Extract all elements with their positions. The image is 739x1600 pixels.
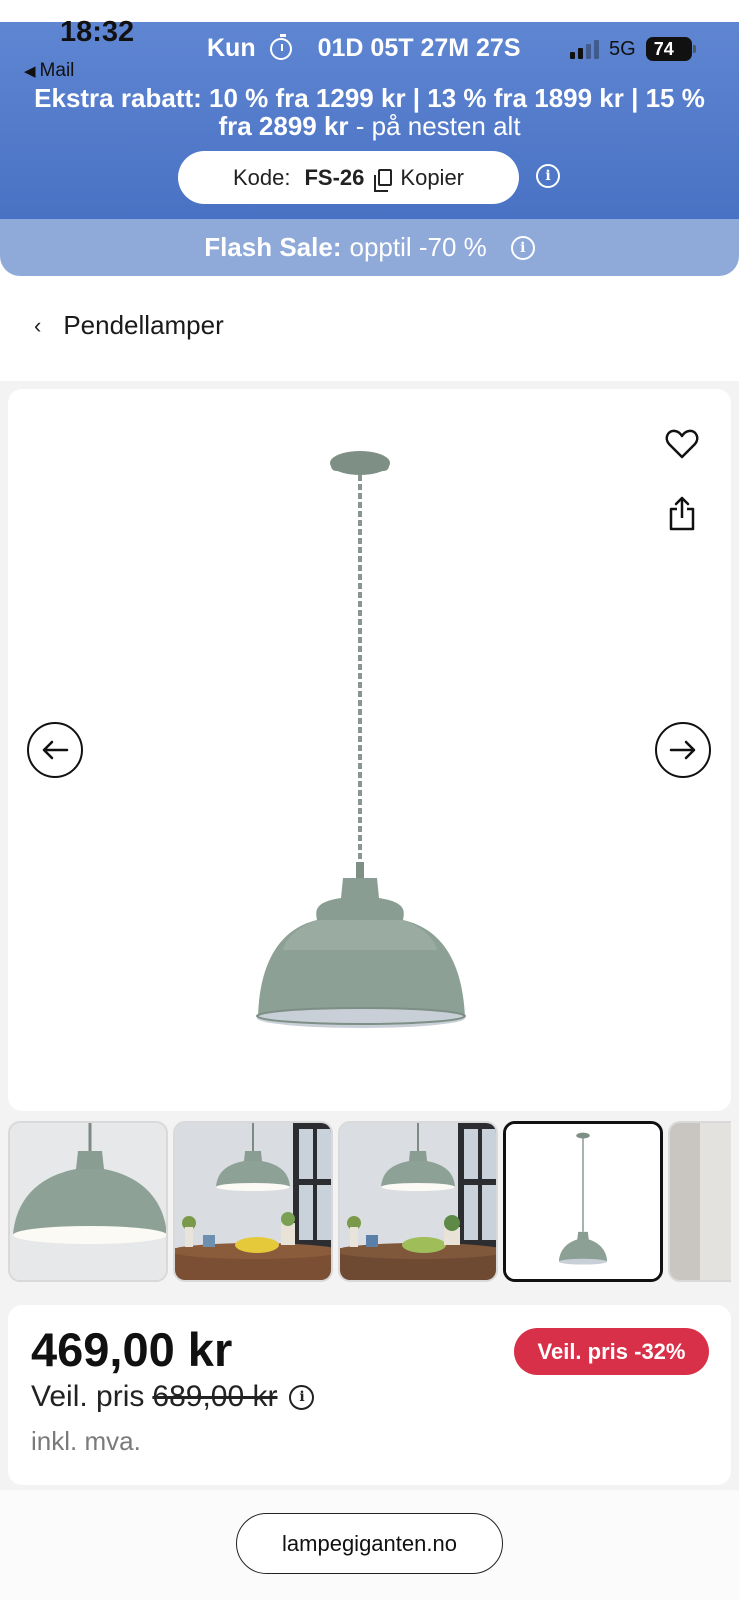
copy-label: Kopier [400, 164, 464, 190]
status-time: 18:32 [60, 16, 135, 48]
next-image-button[interactable] [655, 722, 711, 778]
copy-icon [374, 169, 393, 192]
discount-badge: Veil. pris -32% [514, 1328, 709, 1375]
thumbnail[interactable] [668, 1121, 731, 1282]
thumbnail-image [506, 1124, 660, 1279]
code-value: FS-26 [304, 164, 365, 190]
code-label: Kode: [232, 164, 291, 190]
breadcrumb-label: Pendellamper [63, 310, 224, 340]
thumbnail-image [340, 1123, 496, 1280]
flash-rest: opptil -70 % [349, 232, 487, 262]
discount-rest: - på nesten alt [348, 111, 521, 141]
arrow-left-icon [42, 740, 69, 760]
status-indicators: 5G 74 [570, 36, 696, 62]
thumbnail-strip [8, 1121, 731, 1282]
timer-icon [269, 33, 292, 60]
flash-sale-bar: Flash Sale: opptil -70 % i [0, 219, 739, 276]
info-icon[interactable]: i [289, 1384, 315, 1410]
product-image [256, 451, 466, 1028]
arrow-right-icon [669, 740, 696, 760]
thumbnail-image [670, 1123, 731, 1280]
thumbnail-image [175, 1123, 331, 1280]
discount-text: Ekstra rabatt: 10 % fra 1299 kr | 13 % f… [30, 84, 709, 140]
back-to-app[interactable]: ◀ Mail [24, 60, 74, 82]
recommended-price-label: Veil. pris [31, 1380, 145, 1413]
product-price: 469,00 kr [31, 1323, 233, 1376]
thumbnail[interactable] [338, 1121, 498, 1282]
previous-image-button[interactable] [27, 722, 83, 778]
sale-countdown: Kun 01D 05T 27M 27S [207, 33, 521, 63]
heart-icon[interactable] [665, 428, 699, 460]
thumbnail-active[interactable] [503, 1121, 663, 1282]
url-bar[interactable]: lampegiganten.no [236, 1513, 503, 1574]
breadcrumb[interactable]: ‹ Pendellamper [34, 310, 224, 341]
chevron-left-icon: ‹ [34, 312, 42, 338]
promo-code-pill[interactable]: Kode: FS-26 Kopier [178, 151, 519, 204]
battery-icon: 74 [645, 37, 696, 61]
share-icon[interactable] [668, 495, 696, 531]
info-icon[interactable]: i [536, 164, 560, 188]
recommended-price-row: Veil. pris 689,00 kr i [31, 1380, 315, 1414]
countdown-prefix: Kun [207, 34, 256, 62]
flash-bold: Flash Sale: [204, 232, 342, 262]
recommended-price-value: 689,00 kr [152, 1380, 278, 1413]
copy-code-button[interactable]: Kopier [374, 164, 464, 192]
network-label: 5G [609, 37, 636, 60]
vat-note: inkl. mva. [31, 1426, 141, 1456]
back-triangle-icon: ◀ [24, 63, 36, 80]
info-icon[interactable]: i [510, 235, 535, 260]
thumbnail[interactable] [173, 1121, 333, 1282]
signal-icon [570, 39, 599, 59]
thumbnail[interactable] [8, 1121, 168, 1282]
back-app-label: Mail [39, 60, 75, 81]
countdown-value: 01D 05T 27M 27S [317, 34, 521, 62]
thumbnail-image [10, 1123, 166, 1280]
